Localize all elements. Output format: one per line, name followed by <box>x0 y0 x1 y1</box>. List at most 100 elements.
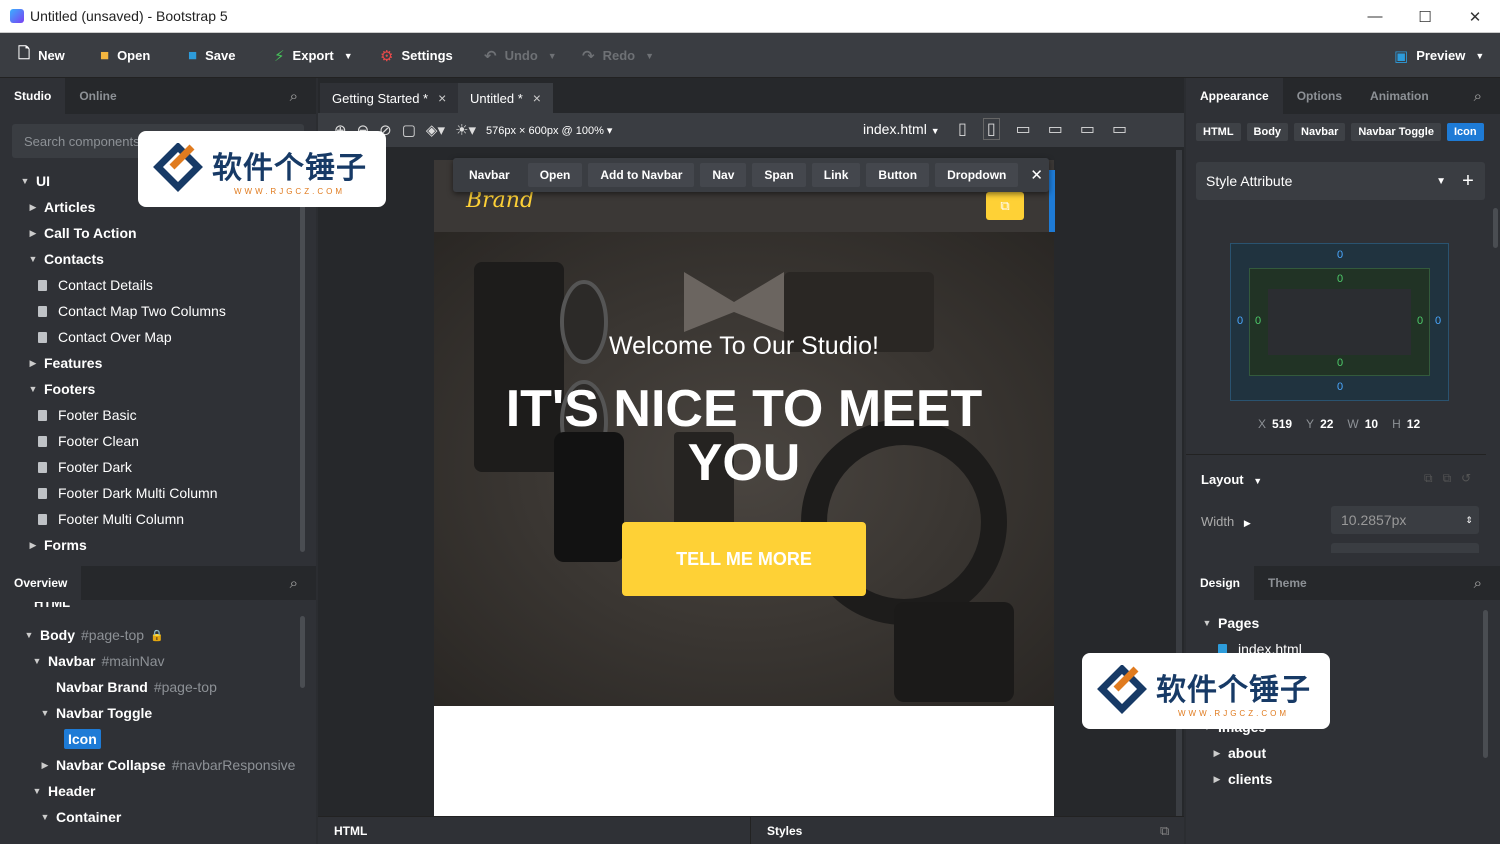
close-icon[interactable]: × <box>438 90 446 106</box>
context-nav-button[interactable]: Nav <box>700 163 747 187</box>
tree-item[interactable]: ▶ Features <box>0 350 103 376</box>
overview-node[interactable]: ▼ Header <box>0 778 96 804</box>
margin-top-value[interactable]: 0 <box>1337 249 1343 261</box>
breadcrumb-navbar[interactable]: Navbar <box>1294 123 1346 141</box>
design-scrollbar[interactable] <box>1483 610 1488 758</box>
caret-right-icon[interactable]: ▶ <box>38 760 52 771</box>
hero-header[interactable]: Welcome To Our Studio! IT'S NICE TO MEET… <box>434 232 1054 706</box>
tree-item[interactable]: Contact Map Two Columns <box>0 298 226 324</box>
design-tree-item[interactable]: ▼ Pages <box>1186 610 1260 636</box>
tree-item[interactable]: Contact Details <box>0 272 153 298</box>
caret-down-icon[interactable]: ▼ <box>38 812 52 822</box>
style-attribute-select[interactable]: Style Attribute ▼ <box>1196 162 1456 200</box>
margin-left-value[interactable]: 0 <box>1237 315 1243 327</box>
search-icon[interactable]: ⌕ <box>290 88 298 105</box>
context-span-button[interactable]: Span <box>752 163 806 187</box>
tablet-landscape-icon[interactable]: ▭ <box>1016 119 1031 139</box>
overview-node[interactable]: Navbar Brand #page-top <box>0 674 217 700</box>
caret-down-icon[interactable]: ▼ <box>18 176 32 186</box>
caret-down-icon[interactable]: ▼ <box>30 656 44 666</box>
tree-item[interactable]: ▼ Footers <box>0 376 96 402</box>
width-input[interactable]: 10.2857px ⇕ <box>1331 506 1479 534</box>
tree-item[interactable]: Footer Basic <box>0 402 137 428</box>
breadcrumb-navbar-toggle[interactable]: Navbar Toggle <box>1351 123 1441 141</box>
padding-right-value[interactable]: 0 <box>1417 315 1423 327</box>
tab-overview[interactable]: Overview <box>0 566 82 600</box>
caret-down-icon[interactable]: ▼ <box>30 786 44 796</box>
design-tree-item[interactable]: ▶ clients <box>1186 766 1273 792</box>
margin-box[interactable]: 0 0 0 0 0 0 0 0 <box>1230 243 1449 401</box>
overview-node[interactable]: ▼ Container <box>0 804 122 830</box>
context-add-to-navbar-button[interactable]: Add to Navbar <box>588 163 695 187</box>
doc-tab-untitled[interactable]: Untitled * × <box>458 83 553 113</box>
caret-down-icon[interactable]: ▼ <box>26 384 40 394</box>
maximize-button[interactable]: ☐ <box>1400 0 1450 33</box>
breadcrumb-icon[interactable]: Icon <box>1446 123 1484 141</box>
tell-me-more-button[interactable]: TELL ME MORE <box>622 522 866 596</box>
add-style-button[interactable]: + <box>1451 162 1485 200</box>
search-icon[interactable]: ⌕ <box>1474 88 1482 105</box>
preview-button[interactable]: ▣ Preview ▼ <box>1394 33 1484 78</box>
components-scrollbar[interactable] <box>300 188 305 552</box>
caret-down-icon[interactable]: ▼ <box>22 630 36 640</box>
tree-item[interactable]: Contact Over Map <box>0 324 172 350</box>
overview-node[interactable]: ▶ Navbar Collapse #navbarResponsive <box>0 752 296 778</box>
paste-icon[interactable]: ⧉ <box>1443 471 1452 486</box>
frame-icon[interactable]: ▢ <box>402 121 416 139</box>
tree-item[interactable]: Footer Multi Column <box>0 506 184 532</box>
tree-item[interactable]: Footer Dark <box>0 454 132 480</box>
new-button[interactable]: 🗋 New <box>18 33 65 78</box>
save-button[interactable]: ■ Save <box>188 33 235 78</box>
file-select[interactable]: index.html ▼ <box>863 121 940 137</box>
overview-node[interactable]: Icon <box>0 726 101 752</box>
phone-portrait-icon[interactable]: ▯ <box>958 119 967 139</box>
close-icon[interactable]: × <box>533 90 541 106</box>
tab-design[interactable]: Design <box>1186 566 1255 600</box>
caret-down-icon[interactable]: ▼ <box>1200 618 1214 628</box>
context-link-button[interactable]: Link <box>811 163 861 187</box>
margin-bottom-value[interactable]: 0 <box>1337 381 1343 393</box>
caret-right-icon[interactable]: ▶ <box>26 202 40 213</box>
design-tree-item[interactable]: ▶ about <box>1186 740 1267 766</box>
caret-right-icon[interactable]: ▶ <box>26 358 40 369</box>
stepper-icon[interactable]: ⇕ <box>1459 515 1479 526</box>
open-button[interactable]: ■ Open <box>100 33 150 78</box>
tree-item[interactable]: ▶ Forms <box>0 532 87 558</box>
padding-left-value[interactable]: 0 <box>1255 315 1261 327</box>
minimize-button[interactable]: — <box>1350 0 1400 33</box>
search-icon[interactable]: ⌕ <box>290 575 298 592</box>
close-icon[interactable]: ✕ <box>1030 166 1043 184</box>
widescreen-icon[interactable]: ▭ <box>1112 119 1127 139</box>
caret-right-icon[interactable]: ▶ <box>26 228 40 239</box>
tab-studio[interactable]: Studio <box>0 78 66 114</box>
tree-item[interactable]: ▶ Articles <box>0 194 96 220</box>
tab-theme[interactable]: Theme <box>1254 566 1321 600</box>
tab-animation[interactable]: Animation <box>1356 78 1443 114</box>
breadcrumb-html[interactable]: HTML <box>1196 123 1241 141</box>
overview-html-partial[interactable]: HTML <box>34 602 70 610</box>
laptop-icon[interactable]: ▭ <box>1048 119 1063 139</box>
overview-node[interactable]: ▼ Body #page-top 🔒 <box>0 622 164 648</box>
caret-right-icon[interactable]: ▶ <box>1210 774 1224 785</box>
tree-item[interactable]: ▼ UI <box>0 168 50 194</box>
settings-button[interactable]: ⚙ Settings <box>380 33 453 78</box>
navbar-toggle-button[interactable]: ⧉ <box>986 192 1024 220</box>
width-property-toggle[interactable]: Width ▶ <box>1201 514 1251 529</box>
tab-appearance[interactable]: Appearance <box>1186 78 1283 114</box>
breadcrumb-body[interactable]: Body <box>1246 123 1289 141</box>
reset-icon[interactable]: ↺ <box>1461 471 1471 486</box>
brightness-icon[interactable]: ☀▾ <box>455 121 476 139</box>
context-open-button[interactable]: Open <box>527 163 583 187</box>
tree-item[interactable]: Footer Clean <box>0 428 139 454</box>
tab-styles-editor[interactable]: Styles <box>767 824 802 838</box>
overview-node[interactable]: ▼ Navbar #mainNav <box>0 648 165 674</box>
overview-scrollbar[interactable] <box>300 616 305 688</box>
doc-tab-getting-started[interactable]: Getting Started * × <box>320 83 459 113</box>
tab-html-editor[interactable]: HTML <box>334 824 367 838</box>
context-button-button[interactable]: Button <box>866 163 930 187</box>
padding-top-value[interactable]: 0 <box>1337 273 1343 285</box>
padding-bottom-value[interactable]: 0 <box>1337 357 1343 369</box>
caret-down-icon[interactable]: ▼ <box>26 254 40 264</box>
tab-online[interactable]: Online <box>65 78 130 114</box>
tablet-portrait-icon[interactable]: ▯ <box>982 118 1000 140</box>
